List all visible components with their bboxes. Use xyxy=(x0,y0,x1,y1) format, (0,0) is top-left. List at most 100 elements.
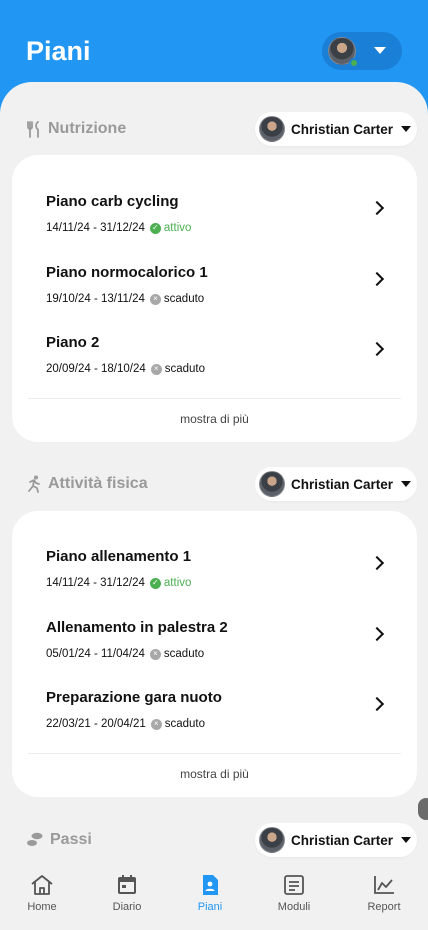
plan-name: Piano carb cycling xyxy=(46,193,179,210)
plan-meta: 14/11/24 - 31/12/24 ✓ attivo xyxy=(46,577,191,589)
person-name: Christian Carter xyxy=(291,476,394,492)
steps-person-selector[interactable]: Christian Carter xyxy=(255,823,417,857)
nutrition-section-header: Nutrizione Christian Carter xyxy=(0,112,428,148)
plan-dates: 05/01/24 - 11/04/24 xyxy=(46,648,145,660)
plan-dates: 19/10/24 - 13/11/24 xyxy=(46,293,145,305)
status-label: scaduto xyxy=(164,718,206,730)
plan-name: Piano normocalorico 1 xyxy=(46,264,208,281)
tab-label: Diario xyxy=(112,901,142,913)
chart-icon xyxy=(374,876,394,894)
fork-knife-icon xyxy=(27,120,39,138)
scroll-handle[interactable] xyxy=(418,798,428,820)
status-label: scaduto xyxy=(163,648,205,660)
chevron-right-icon xyxy=(369,200,385,216)
chevron-right-icon xyxy=(369,626,385,642)
caret-down-icon xyxy=(374,47,386,54)
tab-label: Report xyxy=(367,901,401,913)
tab-report[interactable]: Report xyxy=(349,874,419,913)
status-label: scaduto xyxy=(164,363,206,375)
home-icon xyxy=(31,875,53,895)
calendar-icon xyxy=(118,875,136,894)
form-icon xyxy=(284,875,304,895)
status-label: attivo xyxy=(163,577,192,589)
steps-title-text: Passi xyxy=(50,831,92,848)
tab-label: Moduli xyxy=(277,901,311,913)
document-icon xyxy=(203,875,218,895)
nutrition-person-selector[interactable]: Christian Carter xyxy=(255,112,417,146)
status-badge: × scaduto xyxy=(149,648,205,660)
status-badge: × scaduto xyxy=(150,718,206,730)
person-name: Christian Carter xyxy=(291,832,394,848)
divider xyxy=(28,753,401,754)
bottom-tab-bar: Home Diario Piani Moduli Report xyxy=(0,862,428,930)
caret-down-icon xyxy=(401,126,412,132)
plan-dates: 22/03/21 - 20/04/21 xyxy=(46,718,146,730)
nutrition-title-text: Nutrizione xyxy=(48,120,127,137)
tab-home[interactable]: Home xyxy=(7,874,77,913)
avatar xyxy=(259,827,285,853)
caret-down-icon xyxy=(401,837,412,843)
plan-row[interactable]: Piano allenamento 1 14/11/24 - 31/12/24 … xyxy=(12,548,417,614)
caret-down-icon xyxy=(401,481,412,487)
status-label: scaduto xyxy=(163,293,205,305)
status-badge: ✓ attivo xyxy=(149,577,192,589)
plan-row[interactable]: Piano 2 20/09/24 - 18/10/24 × scaduto xyxy=(12,334,417,400)
steps-section-title: Passi xyxy=(26,831,92,849)
plan-row[interactable]: Preparazione gara nuoto 22/03/21 - 20/04… xyxy=(12,689,417,755)
user-switcher-button[interactable] xyxy=(322,32,402,70)
plan-meta: 14/11/24 - 31/12/24 ✓ attivo xyxy=(46,222,191,234)
avatar xyxy=(259,471,285,497)
avatar xyxy=(328,37,359,68)
chevron-right-icon xyxy=(369,341,385,357)
plan-name: Allenamento in palestra 2 xyxy=(46,619,228,636)
expired-icon: × xyxy=(149,648,161,660)
plan-meta: 20/09/24 - 18/10/24 × scaduto xyxy=(46,363,205,375)
plan-row[interactable]: Piano normocalorico 1 19/10/24 - 13/11/2… xyxy=(12,264,417,330)
plans-content[interactable]: Nutrizione Christian Carter Piano carb c… xyxy=(0,82,428,872)
chevron-right-icon xyxy=(369,555,385,571)
plan-name: Piano allenamento 1 xyxy=(46,548,192,565)
expired-icon: × xyxy=(150,363,162,375)
chevron-right-icon xyxy=(369,271,385,287)
activity-title-text: Attività fisica xyxy=(48,475,148,492)
plan-name: Preparazione gara nuoto xyxy=(46,689,222,706)
plan-dates: 20/09/24 - 18/10/24 xyxy=(46,363,146,375)
nutrition-section-title: Nutrizione xyxy=(26,120,126,138)
status-badge: × scaduto xyxy=(150,363,206,375)
chevron-right-icon xyxy=(369,696,385,712)
plan-meta: 19/10/24 - 13/11/24 × scaduto xyxy=(46,293,204,305)
show-more-link[interactable]: mostra di più xyxy=(12,412,417,426)
status-badge: × scaduto xyxy=(149,293,205,305)
online-status-dot xyxy=(349,58,359,68)
activity-plans-card: Piano allenamento 1 14/11/24 - 31/12/24 … xyxy=(12,511,417,797)
plan-row[interactable]: Piano carb cycling 14/11/24 - 31/12/24 ✓… xyxy=(12,193,417,259)
plan-meta: 22/03/21 - 20/04/21 × scaduto xyxy=(46,718,205,730)
tab-moduli[interactable]: Moduli xyxy=(259,874,329,913)
check-icon: ✓ xyxy=(149,577,161,589)
tab-label: Home xyxy=(27,901,57,913)
check-icon: ✓ xyxy=(149,222,161,234)
status-label: attivo xyxy=(163,222,192,234)
nutrition-plans-card: Piano carb cycling 14/11/24 - 31/12/24 ✓… xyxy=(12,155,417,442)
tab-diario[interactable]: Diario xyxy=(92,874,162,913)
show-more-link[interactable]: mostra di più xyxy=(12,767,417,781)
plan-dates: 14/11/24 - 31/12/24 xyxy=(46,577,145,589)
plan-name: Piano 2 xyxy=(46,334,100,351)
footsteps-icon xyxy=(27,832,43,846)
status-badge: ✓ attivo xyxy=(149,222,192,234)
plan-meta: 05/01/24 - 11/04/24 × scaduto xyxy=(46,648,204,660)
steps-section-header: Passi Christian Carter xyxy=(0,823,428,859)
expired-icon: × xyxy=(150,718,162,730)
divider xyxy=(28,398,401,399)
activity-section-header: Attività fisica Christian Carter xyxy=(0,467,428,503)
tab-piani[interactable]: Piani xyxy=(175,874,245,913)
person-name: Christian Carter xyxy=(291,121,394,137)
page-title: Piani xyxy=(26,36,91,66)
activity-section-title: Attività fisica xyxy=(26,475,148,493)
plan-row[interactable]: Allenamento in palestra 2 05/01/24 - 11/… xyxy=(12,619,417,685)
expired-icon: × xyxy=(149,293,161,305)
running-icon xyxy=(28,475,40,493)
activity-person-selector[interactable]: Christian Carter xyxy=(255,467,417,501)
plan-dates: 14/11/24 - 31/12/24 xyxy=(46,222,145,234)
avatar xyxy=(259,116,285,142)
